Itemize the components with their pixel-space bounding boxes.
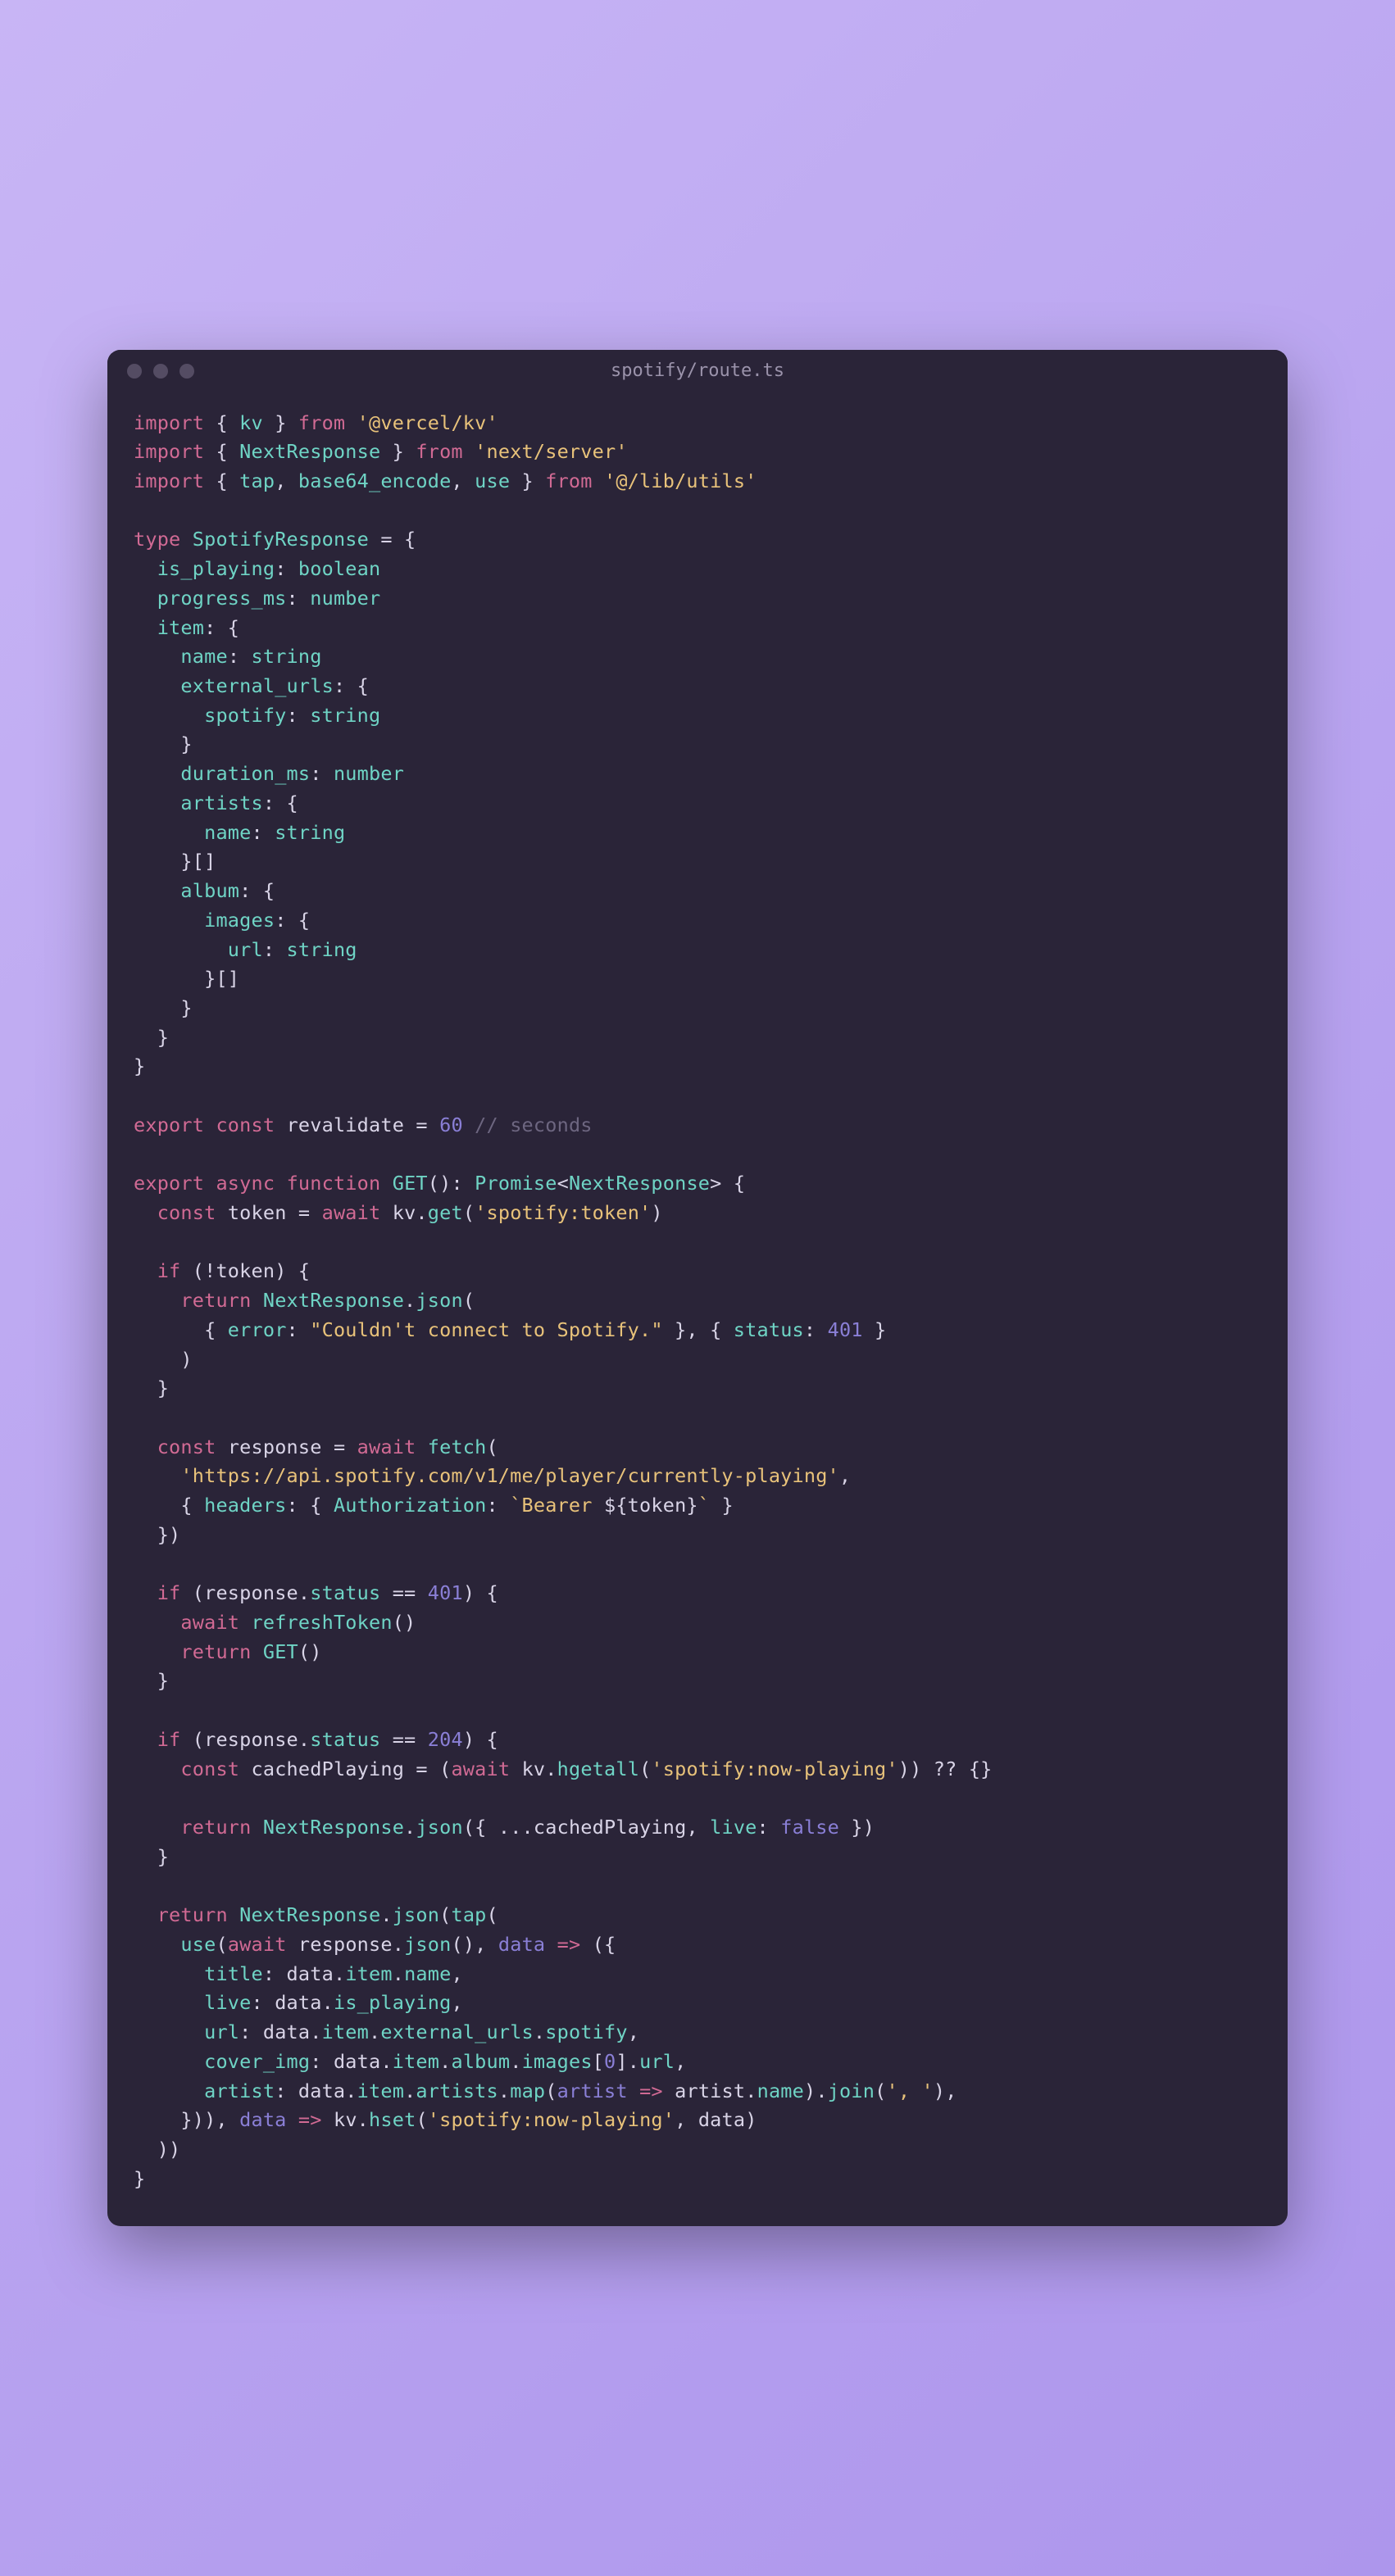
window-minimize-icon[interactable] bbox=[153, 364, 168, 379]
code-window: spotify/route.ts import { kv } from '@ve… bbox=[107, 350, 1288, 2227]
code-content: import { kv } from '@vercel/kv' import {… bbox=[107, 392, 1288, 2227]
window-titlebar: spotify/route.ts bbox=[107, 350, 1288, 392]
window-traffic-lights bbox=[127, 364, 194, 379]
window-close-icon[interactable] bbox=[127, 364, 142, 379]
window-title: spotify/route.ts bbox=[107, 361, 1288, 381]
window-zoom-icon[interactable] bbox=[179, 364, 194, 379]
